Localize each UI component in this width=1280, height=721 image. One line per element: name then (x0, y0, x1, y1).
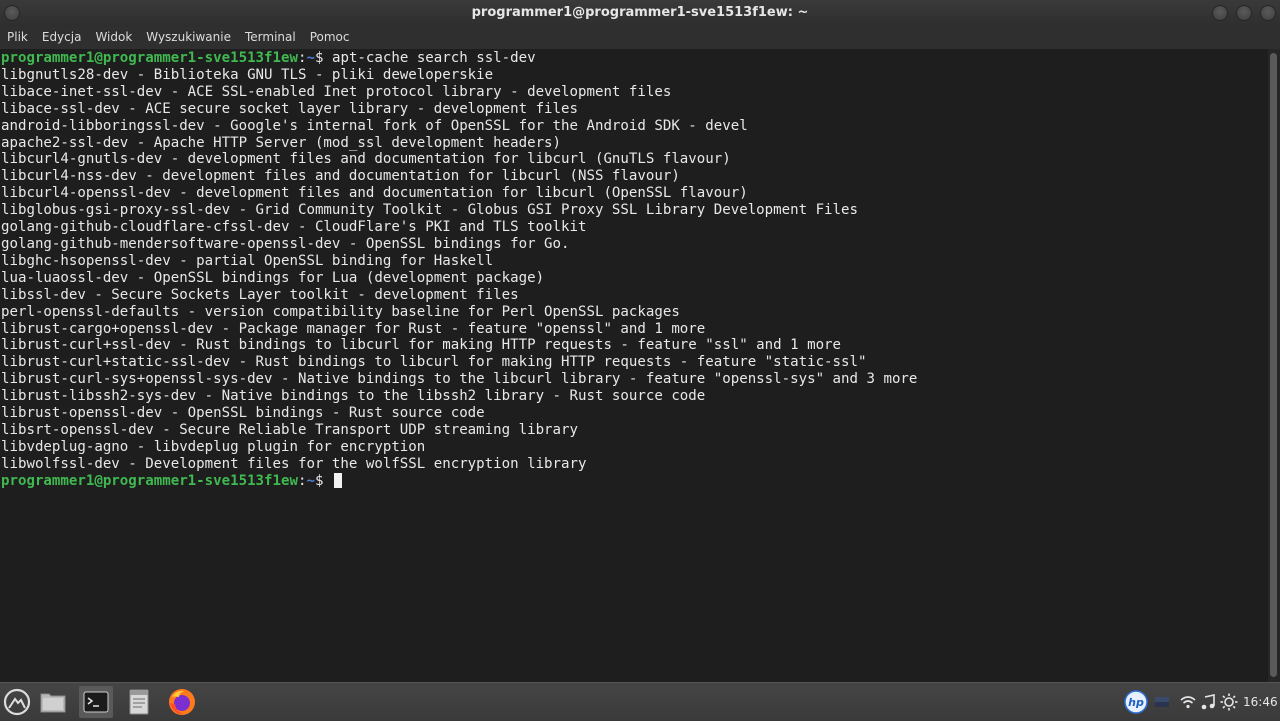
firefox-icon[interactable] (165, 686, 199, 718)
files-icon[interactable] (36, 686, 70, 718)
scrollbar-thumb[interactable] (1270, 53, 1277, 677)
taskbar: hp 16:46 (0, 682, 1280, 721)
prompt-user: programmer1@programmer1-sve1513f1ew (1, 472, 298, 489)
close-button[interactable] (1260, 5, 1276, 21)
brightness-icon[interactable] (1220, 683, 1238, 721)
output-line: libcurl4-openssl-dev - development files… (1, 185, 748, 202)
prompt-path: ~ (306, 50, 315, 66)
prompt-line: programmer1@programmer1-sve1513f1ew:~$ a… (1, 50, 536, 66)
output-line: golang-github-cloudflare-cfssl-dev - Clo… (1, 219, 587, 236)
menu-item-wyszukiwanie[interactable]: Wyszukiwanie (139, 26, 238, 49)
terminal-icon[interactable] (79, 686, 113, 718)
output-line: libssl-dev - Secure Sockets Layer toolki… (1, 286, 519, 303)
keyboard-layout-icon[interactable] (1155, 683, 1169, 721)
volume-icon[interactable] (1200, 683, 1216, 721)
output-line: librust-cargo+openssl-dev - Package mana… (1, 320, 706, 337)
window-title: programmer1@programmer1-sve1513f1ew: ~ (471, 5, 809, 20)
clock[interactable]: 16:46 (1243, 683, 1278, 721)
menu-item-terminal[interactable]: Terminal (238, 26, 303, 49)
output-line: libcurl4-gnutls-dev - development files … (1, 151, 731, 168)
output-line: golang-github-mendersoftware-openssl-dev… (1, 235, 570, 252)
prompt-line: programmer1@programmer1-sve1513f1ew:~$ (1, 472, 342, 489)
menu-item-pomoc[interactable]: Pomoc (303, 26, 357, 49)
output-line: libsrt-openssl-dev - Secure Reliable Tra… (1, 421, 578, 438)
output-line: apache2-ssl-dev - Apache HTTP Server (mo… (1, 134, 562, 151)
output-line: librust-libssh2-sys-dev - Native binding… (1, 388, 706, 405)
output-line: libgnutls28-dev - Biblioteka GNU TLS - p… (1, 66, 494, 83)
menu-item-widok[interactable]: Widok (88, 26, 139, 49)
output-line: perl-openssl-defaults - version compatib… (1, 303, 680, 320)
terminal-area[interactable]: programmer1@programmer1-sve1513f1ew:~$ a… (0, 49, 1268, 682)
output-line: libwolfssl-dev - Development files for t… (1, 455, 587, 472)
output-line: libace-ssl-dev - ACE secure socket layer… (1, 100, 578, 117)
output-line: librust-openssl-dev - OpenSSL bindings -… (1, 405, 485, 422)
output-line: libghc-hsopenssl-dev - partial OpenSSL b… (1, 252, 494, 269)
output-line: libcurl4-nss-dev - development files and… (1, 168, 680, 185)
menu-bar: Plik Edycja Widok Wyszukiwanie Terminal … (0, 26, 1280, 49)
output-line: librust-curl+static-ssl-dev - Rust bindi… (1, 354, 867, 371)
text-editor-icon[interactable] (122, 686, 156, 718)
svg-text:hp: hp (1128, 696, 1144, 709)
window-titlebar[interactable]: programmer1@programmer1-sve1513f1ew: ~ (0, 0, 1280, 26)
output-line: libace-inet-ssl-dev - ACE SSL-enabled In… (1, 83, 672, 100)
menu-item-edycja[interactable]: Edycja (35, 26, 89, 49)
command-text: apt-cache search ssl-dev (331, 50, 536, 66)
menu-item-plik[interactable]: Plik (0, 26, 35, 49)
text-cursor (333, 472, 342, 488)
prompt-user: programmer1@programmer1-sve1513f1ew (1, 50, 298, 66)
output-line: librust-curl-sys+openssl-sys-dev - Nativ… (1, 371, 918, 388)
minimize-button[interactable] (1212, 5, 1228, 21)
terminal-scrollbar[interactable] (1268, 49, 1280, 682)
maximize-button[interactable] (1236, 5, 1252, 21)
output-line: android-libboringssl-dev - Google's inte… (1, 117, 748, 134)
wifi-icon[interactable] (1180, 683, 1196, 721)
output-line: lua-luaossl-dev - OpenSSL bindings for L… (1, 269, 545, 286)
hp-icon[interactable]: hp (1124, 683, 1148, 721)
output-line: libvdeplug-agno - libvdeplug plugin for … (1, 438, 426, 455)
prompt-path: ~ (306, 472, 315, 489)
output-line: librust-curl+ssl-dev - Rust bindings to … (1, 337, 842, 354)
output-line: libglobus-gsi-proxy-ssl-dev - Grid Commu… (1, 202, 859, 219)
menu-icon[interactable] (0, 686, 34, 718)
